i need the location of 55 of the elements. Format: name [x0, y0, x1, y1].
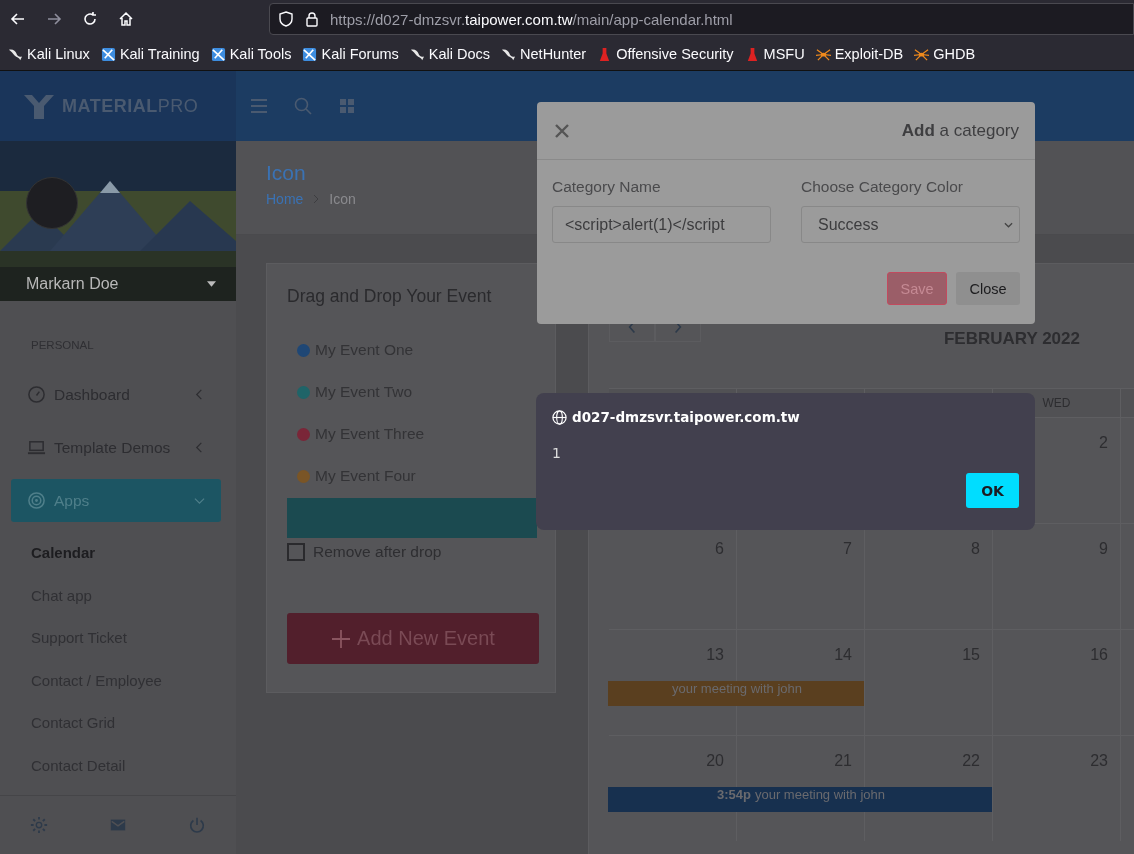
url-text: https://d027-dmzsvr.taipower.com.tw/main/app-calendar.html — [330, 10, 733, 28]
lock-icon — [304, 11, 320, 27]
menu-icon[interactable] — [250, 97, 268, 115]
color-select[interactable]: Success — [801, 206, 1020, 243]
gauge-icon — [27, 385, 46, 404]
modal-title: Add a category — [901, 120, 1019, 141]
search-icon[interactable] — [294, 97, 312, 115]
chevron-icon — [194, 495, 205, 506]
bookmark[interactable]: NetHunter — [520, 46, 587, 62]
chevron-down-icon — [1004, 221, 1013, 228]
chevron-icon — [194, 442, 205, 453]
back-icon[interactable] — [10, 11, 26, 27]
event-label[interactable]: 3:54p your meeting with john — [609, 782, 993, 807]
ok-button[interactable]: OK — [966, 473, 1019, 508]
bookmark[interactable]: Kali Training — [119, 46, 200, 62]
power-icon[interactable] — [187, 816, 206, 834]
breadcrumb-current: Icon — [329, 191, 356, 207]
settings-icon[interactable] — [30, 816, 49, 834]
bookmark[interactable]: Kali Linux — [27, 46, 90, 62]
field-label: Category Name — [552, 178, 662, 196]
bookmark[interactable]: Kali Forums — [321, 46, 399, 62]
forward-icon[interactable] — [46, 11, 62, 27]
checkbox[interactable] — [287, 543, 305, 561]
spider-icon[interactable] — [815, 46, 831, 62]
bookmark[interactable]: Offensive Security — [616, 46, 734, 62]
shield-icon — [278, 11, 294, 27]
event-label[interactable]: your meeting with john — [609, 676, 865, 701]
close-button[interactable]: Close — [956, 272, 1020, 305]
laptop-icon — [27, 438, 46, 457]
field-label: Choose Category Color — [801, 178, 964, 196]
reload-icon[interactable] — [82, 11, 98, 27]
tile-icon[interactable] — [302, 46, 318, 62]
grid-icon[interactable] — [338, 97, 356, 115]
home-icon[interactable] — [118, 11, 134, 27]
spider-icon[interactable] — [914, 46, 930, 62]
tile-icon[interactable] — [100, 46, 116, 62]
alert-origin: d027-dmzsvr.taipower.com.tw — [572, 409, 800, 425]
bookmark[interactable]: MSFU — [763, 46, 805, 62]
category-name-field[interactable]: <script>alert(1)</script — [552, 206, 771, 243]
breadcrumb-link[interactable]: Home — [266, 191, 304, 207]
bookmark[interactable]: GHDB — [933, 46, 976, 62]
caret-icon[interactable] — [207, 281, 216, 287]
close-icon[interactable] — [555, 123, 569, 138]
globe-icon — [552, 409, 567, 425]
logo-icon — [24, 93, 54, 119]
bookmark[interactable]: Kali Tools — [229, 46, 292, 62]
chevron-icon — [194, 389, 205, 400]
plus-icon — [331, 628, 352, 649]
alert-message: 1 — [552, 445, 562, 461]
address-bar[interactable]: https://d027-dmzsvr.taipower.com.tw/main/app-calendar.html — [269, 3, 1134, 35]
bookmark[interactable]: Kali Docs — [428, 46, 491, 62]
page-title: Icon — [266, 161, 307, 185]
target-icon — [27, 491, 46, 510]
tile-icon[interactable] — [210, 46, 226, 62]
bookmark[interactable]: Exploit-DB — [834, 46, 904, 62]
